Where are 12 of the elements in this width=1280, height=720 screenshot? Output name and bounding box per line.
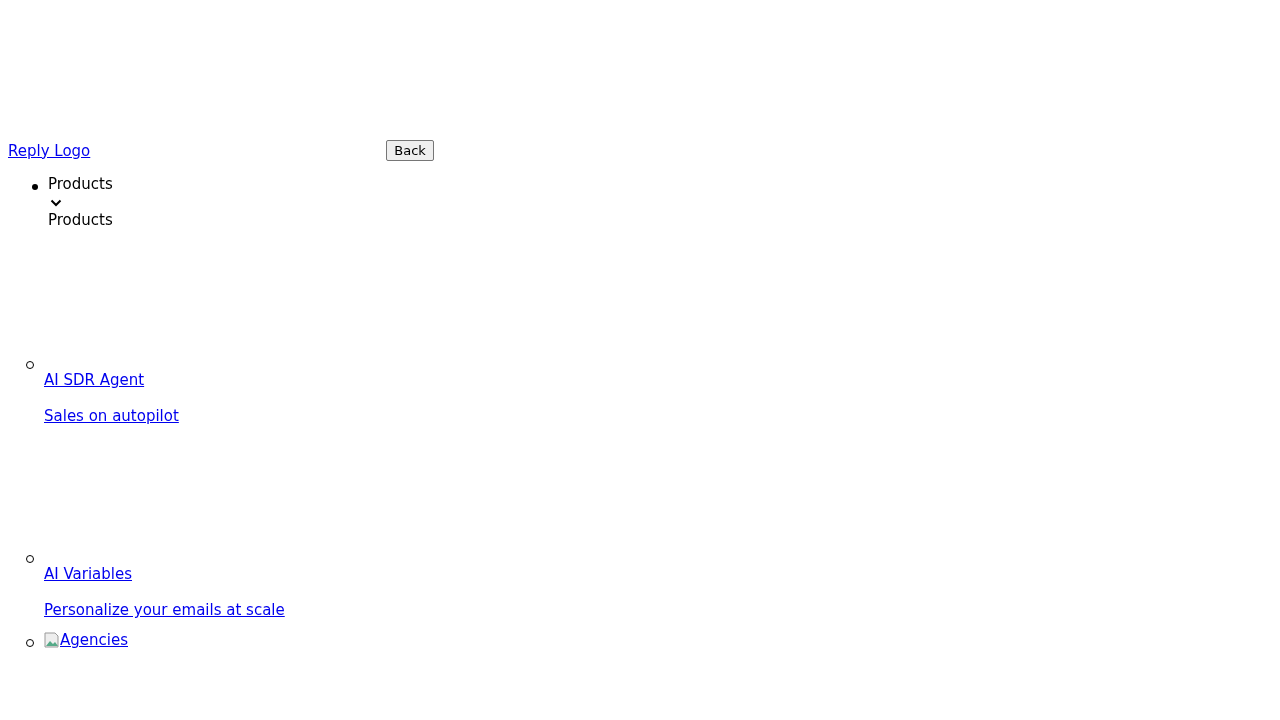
bullet-icon: [32, 184, 38, 190]
chevron-down-icon[interactable]: [50, 199, 62, 207]
logo-link[interactable]: Reply Logo: [8, 141, 91, 160]
product-description-link[interactable]: Personalize your emails at scale: [44, 601, 285, 619]
product-link[interactable]: AI Variables: [44, 565, 132, 583]
back-button[interactable]: Back: [386, 140, 434, 161]
menu-item[interactable]: Products: [48, 175, 113, 193]
broken-image-link[interactable]: Agencies: [44, 631, 128, 649]
submenu-title: Products: [48, 211, 113, 229]
product-description-link[interactable]: Sales on autopilot: [44, 407, 179, 425]
product-link[interactable]: AI SDR Agent: [44, 371, 145, 389]
broken-image-icon: [44, 632, 60, 648]
